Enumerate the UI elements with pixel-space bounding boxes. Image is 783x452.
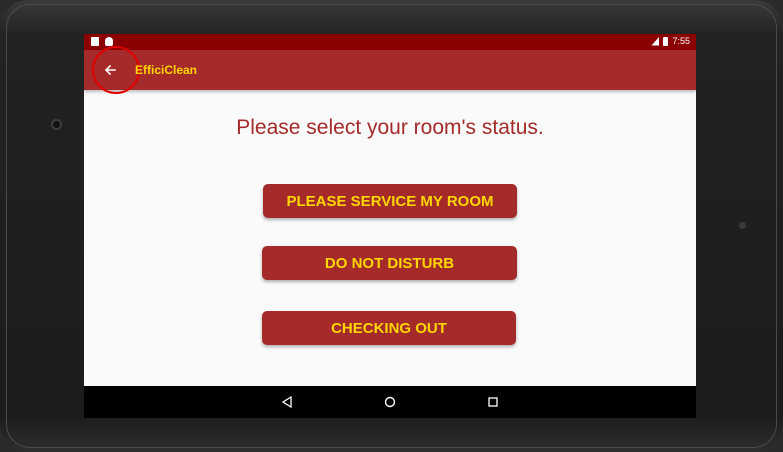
highlight-circle [92,46,140,94]
status-bar-system: 7:55 [651,36,690,46]
front-camera [51,119,62,130]
status-bar-notifications [91,37,113,46]
checking-out-button[interactable]: CHECKING OUT [262,311,516,345]
recents-square-icon [488,397,498,407]
android-icon [105,37,113,46]
do-not-disturb-button[interactable]: DO NOT DISTURB [262,246,517,280]
tablet-frame: 7:55 EfficiClean Please select your room… [0,0,783,452]
notification-icon [91,37,99,46]
back-button[interactable] [92,46,140,94]
app-bar: EfficiClean [84,46,696,94]
signal-icon [651,36,660,46]
status-prompt: Please select your room's status. [236,116,544,139]
nav-back-button[interactable] [280,395,294,409]
battery-icon [663,36,669,46]
nav-home-button[interactable] [383,395,397,409]
service-room-button[interactable]: PLEASE SERVICE MY ROOM [263,184,517,218]
back-triangle-icon [281,396,292,408]
proximity-sensor [739,222,746,229]
status-bar: 7:55 [84,34,696,50]
app-title: EfficiClean [135,63,198,77]
status-time: 7:55 [672,36,690,46]
nav-recents-button[interactable] [486,395,500,409]
navigation-bar [84,386,696,418]
home-circle-icon [384,396,396,408]
screen: 7:55 EfficiClean Please select your room… [84,34,696,418]
